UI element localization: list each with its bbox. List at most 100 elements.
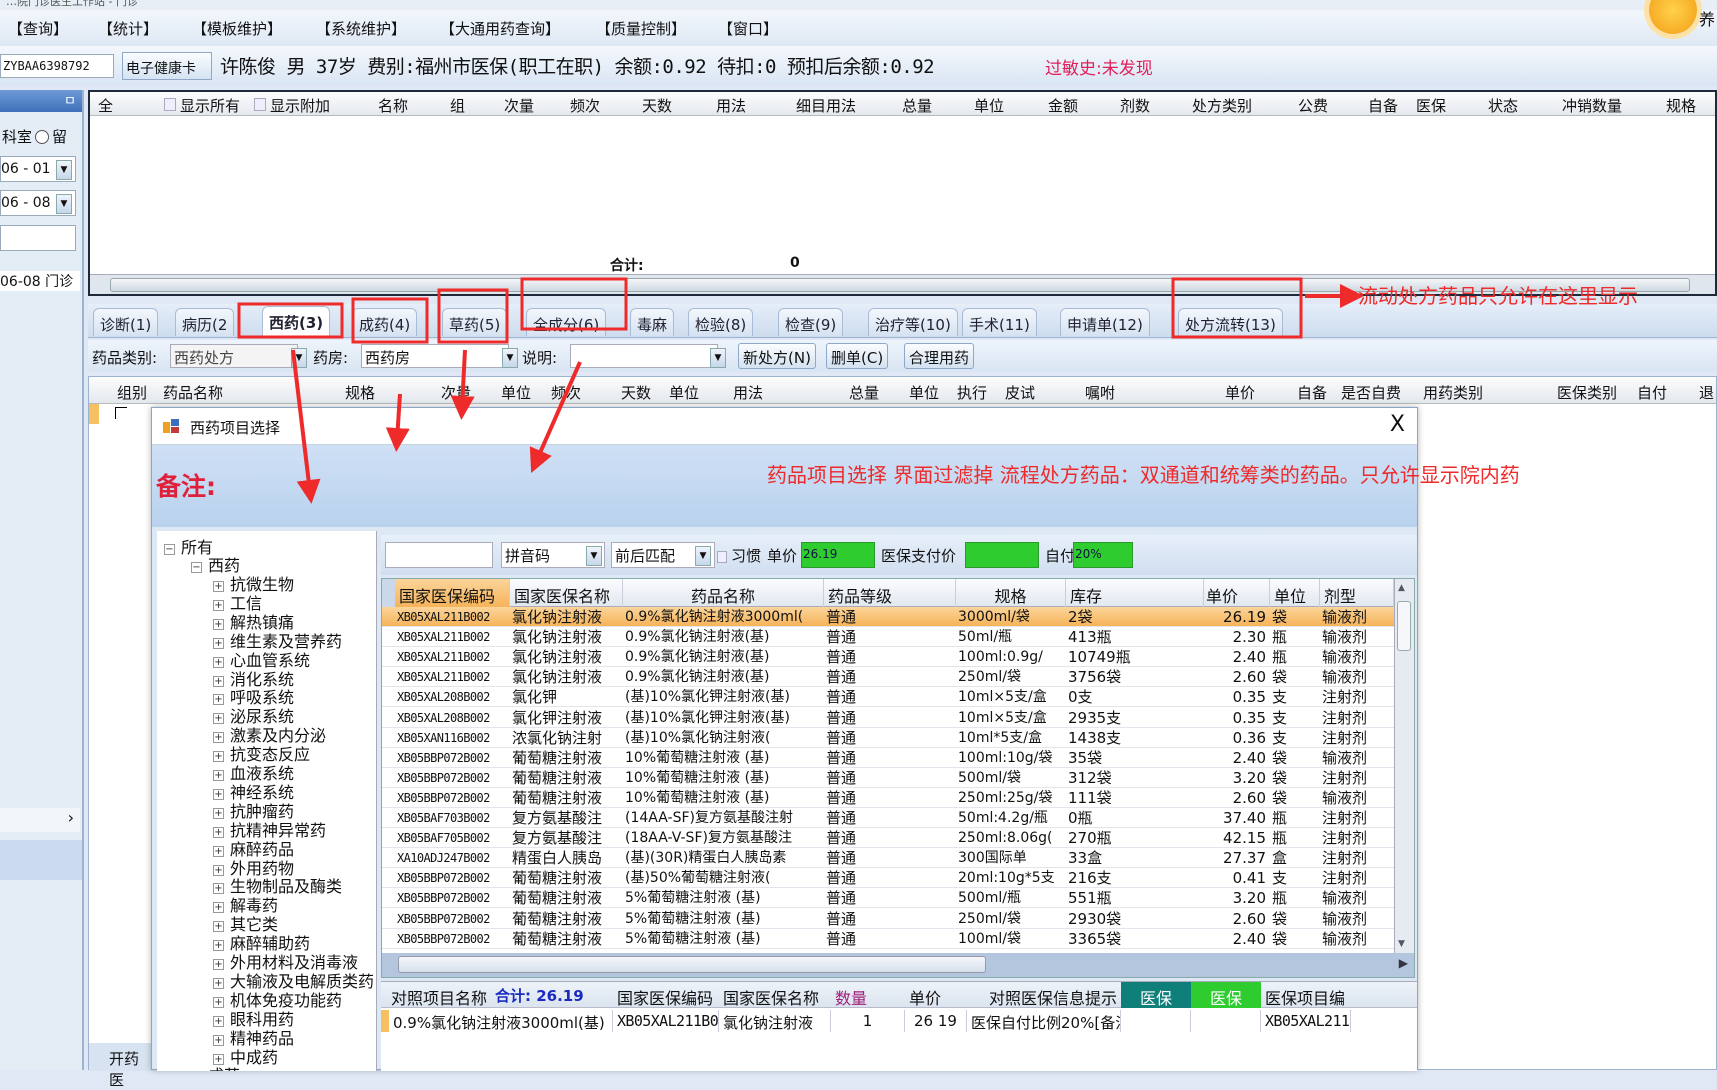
table-cell: 250ml/袋 [958,669,1021,686]
table-cell: 3.20 [1232,889,1266,908]
table-cell: 注射剂 [1322,869,1368,888]
date-from-dropdown-icon[interactable]: ▼ [56,160,72,180]
table-row[interactable]: XB05XAL208B002 氯化钾 (基)10%氯化钾注射液(基) 普通 10ml×5… [382,687,1394,708]
scroll-thumb[interactable] [398,956,986,973]
horizontal-scrollbar[interactable]: ▶ [382,953,1414,977]
table-row[interactable]: XB05BBP072B002 葡萄糖注射液 10%葡萄糖注射液 (基) 普通 250ml… [382,788,1394,808]
table-row[interactable]: XB05XAL211B002 氯化钠注射液 0.9%氯化钠注射液(基) 普通 100ml… [382,647,1394,668]
search-input[interactable] [0,225,76,251]
column-header[interactable]: 国家医保编码 [395,579,510,607]
column-header[interactable]: 显示附加 [270,95,330,116]
column-header[interactable]: 药品等级 [824,579,956,607]
table-cell: 10%葡萄糖注射液 (基) [625,769,770,786]
top-right-text: 养 [1698,10,1715,29]
tab[interactable]: 检验(8) [688,308,754,336]
card-number-input[interactable]: ZYBAA6398792 [0,54,114,78]
menu-item[interactable]: 【窗口】 [718,18,778,39]
tab[interactable]: 毒麻 [630,308,675,336]
delete-prescription-button[interactable]: 删单(C) [826,343,889,369]
table-row[interactable]: XB05BAF705B002 复方氨基酸注 (18AA-V-SF)复方氨基酸注 普通 2… [382,828,1394,849]
table-cell: 100ml/袋 [958,930,1021,947]
scroll-up-icon[interactable]: ▲ [1398,583,1405,593]
table-row[interactable]: XB05BBP072B002 葡萄糖注射液 10%葡萄糖注射液 (基) 普通 100ml… [382,748,1394,768]
table-row[interactable]: XB05XAL211B002 氯化钠注射液 0.9%氯化钠注射液(基) 普通 50ml/… [382,627,1394,648]
table-cell: 葡萄糖注射液 [512,909,603,928]
search-input[interactable] [385,542,493,568]
table-cell: (基)10%氯化钾注射液(基) [625,709,790,726]
note-dropdown-icon[interactable]: ▼ [710,348,726,368]
tab[interactable]: 西药(3) [262,306,331,338]
table-row[interactable]: XB05XAL208B002 氯化钾注射液 (基)10%氯化钾注射液(基) 普通 10m… [382,708,1394,728]
table-row[interactable]: XA10ADJ247B002 精蛋白人胰岛 (基)(30R)精蛋白人胰岛素 普通 300… [382,848,1394,869]
tab[interactable]: 手术(11) [962,308,1037,336]
pharmacy-select[interactable]: 西药房 [361,344,509,368]
menu-item[interactable]: 【系统维护】 [316,18,406,39]
tab[interactable]: 处方流转(13) [1178,308,1283,336]
checkbox[interactable] [115,407,127,419]
date-to-dropdown-icon[interactable]: ▼ [56,194,72,214]
tab[interactable]: 草药(5) [442,308,508,336]
health-card-button[interactable]: 电子健康卡 [122,52,212,80]
table-cell: 盒 [1272,849,1288,868]
checkbox[interactable] [164,98,176,111]
radio-button[interactable] [35,130,50,144]
new-prescription-button[interactable]: 新处方(N) [738,343,816,369]
match-type-dropdown-icon[interactable]: ▼ [695,546,711,566]
tab[interactable]: 成药(4) [352,308,418,336]
table-row[interactable]: XB05BBP072B002 葡萄糖注射液 5%葡萄糖注射液 (基) 普通 500ml/… [382,888,1394,909]
column-header: 皮试 [1005,384,1036,402]
table-row[interactable]: XB05XAL211B002 氯化钠注射液 0.9%氯化钠注射液(基) 普通 250ml… [382,667,1394,688]
table-row[interactable]: XB05BAF703B002 复方氨基酸注 (14AA-SF)复方氨基酸注射 普通 50… [382,808,1394,828]
note-select[interactable] [570,344,718,368]
tab[interactable]: 病历(2 [175,308,235,336]
pharmacy-dropdown-icon[interactable]: ▼ [502,348,518,368]
column-header: 组 [450,97,466,115]
scroll-right-icon[interactable]: ▶ [1399,956,1408,970]
menu-item[interactable]: 【统计】 [98,18,158,39]
table-row[interactable]: XB05XAL211B002 氯化钠注射液 0.9%氯化钠注射液3000ml(普通 3… [382,607,1394,627]
column-header[interactable]: 规格 [956,579,1066,607]
column-header[interactable]: 药品名称 [623,579,824,607]
checkbox[interactable] [254,98,266,111]
menu-item[interactable]: 【质量控制】 [596,18,686,39]
table-row[interactable]: XB05BBP072B002 葡萄糖注射液 10%葡萄糖注射液 (基) 普通 500ml… [382,768,1394,788]
column-header[interactable]: 单价 [1202,579,1270,607]
close-icon[interactable]: X [1390,412,1405,437]
table-row[interactable]: XB05BBP072B002 葡萄糖注射液 (基)50%葡萄糖注射液(普通 20ml:… [382,868,1394,889]
table-row[interactable]: XB05BBP072B002 葡萄糖注射液 5%葡萄糖注射液 (基) 普通 250ml/… [382,909,1394,929]
code-type-dropdown-icon[interactable]: ▼ [586,546,602,566]
table-cell: 浓氯化钠注射 [512,728,603,747]
rational-drug-use-button[interactable]: 合理用药 [904,343,975,369]
column-header[interactable]: 显示所有 [180,95,240,116]
vertical-scrollbar[interactable]: ▲ ▼ [1394,579,1414,953]
menu-item[interactable]: 【查询】 [8,18,68,39]
visit-record[interactable]: 06-08 门诊 [0,271,80,291]
category-select[interactable]: 西药处方 [170,344,298,368]
category-dropdown-icon[interactable]: ▼ [291,348,307,368]
column-header[interactable]: 剂型 [1320,579,1394,607]
tab[interactable]: 申请单(12) [1060,308,1150,336]
table-row[interactable]: XB05BBP072B002 葡萄糖注射液 5%葡萄糖注射液 (基) 普通 100ml/… [382,929,1394,949]
table-row[interactable]: XB05XAN116B002 浓氯化钠注射 (基)10%氯化钠注射液(普通 10ml*… [382,728,1394,748]
tab[interactable]: 治疗等(10) [868,308,958,336]
habit-checkbox[interactable] [717,551,727,563]
menu-item[interactable]: 【大通用药查询】 [440,18,560,39]
table-cell: 250ml:25g/袋 [958,789,1053,806]
scroll-thumb[interactable] [1397,601,1411,651]
pin-icon[interactable]: ㅁ [0,90,82,112]
tab[interactable]: 检查(9) [778,308,844,336]
menu-bar: 【查询】 【统计】 【模板维护】 【系统维护】 【大通用药查询】 【质量控制】 【窗口】 [0,10,1717,44]
column-header[interactable]: 国家医保名称 [510,579,623,607]
column-header[interactable]: 单位 [1270,579,1320,607]
table-row[interactable]: 0.9%氯化钠注射液3000ml(基)XB05XAL211B002氯化钠注射液1… [381,982,1417,1042]
table-cell: 输液剂 [1322,889,1368,908]
tab[interactable]: 全成分(6) [526,308,607,336]
column-header[interactable]: 库存 [1066,579,1204,607]
scroll-right-icon[interactable]: › [0,808,80,832]
table-cell: 1438支 [1068,728,1122,747]
scroll-down-icon[interactable]: ▼ [1398,939,1405,949]
tab[interactable]: 诊断(1) [93,308,159,336]
table-cell: 普通 [826,788,857,807]
menu-item[interactable]: 【模板维护】 [192,18,282,39]
table-cell: 普通 [826,889,857,908]
